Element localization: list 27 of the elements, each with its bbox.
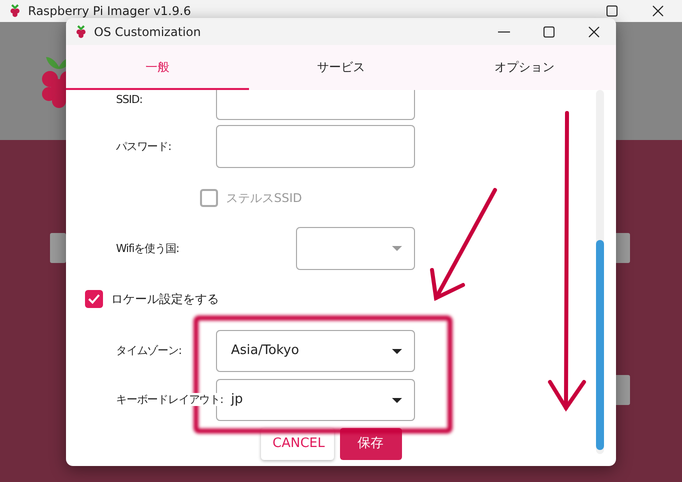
scrollbar[interactable] [596, 90, 604, 454]
dropdown-caret-icon [392, 398, 402, 402]
checkbox-label: ステルスSSID [226, 190, 302, 207]
tab[interactable]: オプション [432, 45, 616, 90]
close-icon[interactable] [652, 5, 664, 17]
dropdown[interactable]: Asia/Tokyo [216, 330, 415, 372]
field-label: キーボードレイアウト: [116, 393, 224, 406]
dropdown-caret-icon [392, 246, 402, 251]
tab[interactable]: サービス [249, 45, 433, 90]
close-icon[interactable] [588, 26, 600, 38]
window-title: Raspberry Pi Imager v1.9.6 [28, 3, 191, 20]
maximize-icon[interactable] [542, 26, 554, 38]
raspberry-icon [8, 4, 22, 18]
input-field[interactable] [216, 90, 415, 120]
field-label: タイムゾーン: [116, 344, 182, 358]
dropdown-caret-icon [392, 348, 402, 354]
maximize-icon[interactable] [606, 5, 618, 17]
field-label: パスワード: [116, 140, 172, 153]
raspberry-icon [74, 24, 88, 38]
dialog-title: OS Customization [94, 24, 202, 40]
field-label: Wifiを使う国: [116, 242, 179, 255]
minimize-icon[interactable] [498, 30, 510, 32]
dropdown[interactable] [296, 227, 415, 270]
checkbox[interactable] [85, 290, 103, 308]
field-label: SSID: [116, 93, 142, 106]
checkbox-label: ロケール設定をする [111, 291, 219, 308]
input-field[interactable] [216, 125, 415, 168]
